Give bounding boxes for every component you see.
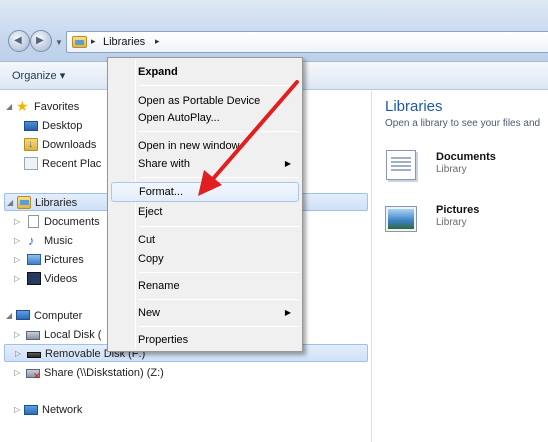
menu-item-expand[interactable]: Expand	[111, 62, 299, 82]
star-icon: ★	[16, 98, 29, 114]
music-icon: ♪	[28, 233, 35, 248]
nav-network[interactable]: ▷ Network	[4, 401, 124, 419]
forward-arrow-icon: ▶	[36, 35, 44, 46]
expanded-arrow-icon[interactable]: ◢	[6, 98, 12, 116]
forward-button[interactable]: ▶	[30, 30, 52, 52]
computer-icon	[16, 310, 30, 320]
nav-label-network: Network	[42, 404, 83, 416]
expanded-arrow-icon[interactable]: ◢	[7, 194, 13, 212]
organize-button[interactable]: Organize ▾	[12, 69, 65, 82]
network-icon	[24, 405, 38, 415]
nav-label-share: Share (\\Diskstation) (Z:)	[44, 367, 164, 379]
nav-label-downloads: Downloads	[42, 139, 97, 151]
nav-label-computer: Computer	[34, 310, 83, 322]
collapsed-arrow-icon[interactable]: ▷	[15, 345, 21, 363]
libraries-folder-icon	[72, 36, 87, 48]
nav-pictures[interactable]: ▷ Pictures	[4, 251, 124, 269]
breadcrumb-separator-icon[interactable]: ▸	[91, 36, 96, 47]
submenu-arrow-icon: ▶	[284, 159, 291, 168]
pictures-library-icon	[385, 206, 417, 232]
menu-item-format[interactable]: Format...	[111, 182, 299, 202]
collapsed-arrow-icon[interactable]: ▷	[14, 270, 20, 288]
menu-separator	[139, 299, 299, 300]
nav-desktop[interactable]: Desktop	[4, 117, 124, 135]
submenu-arrow-icon: ▶	[284, 308, 291, 317]
nav-videos[interactable]: ▷ Videos	[4, 270, 124, 288]
nav-label-recent: Recent Plac	[42, 158, 102, 170]
menu-separator	[139, 85, 299, 86]
menu-item-cut[interactable]: Cut	[111, 230, 299, 250]
desktop-icon	[24, 121, 38, 131]
library-name: Pictures	[436, 204, 480, 216]
menu-separator	[139, 177, 299, 178]
libraries-icon	[17, 196, 31, 209]
nav-downloads[interactable]: Downloads	[4, 136, 124, 154]
menu-item-share-with[interactable]: Share with ▶	[111, 154, 299, 174]
library-type: Library	[436, 164, 467, 175]
breadcrumb-libraries[interactable]: Libraries	[103, 36, 145, 48]
nav-label-videos: Videos	[44, 273, 78, 285]
library-item-pictures[interactable]: Pictures Library	[385, 203, 546, 243]
menu-item-eject[interactable]: Eject	[111, 202, 299, 222]
nav-local-disk[interactable]: ▷ Local Disk (	[4, 326, 124, 344]
nav-label-music: Music	[44, 235, 73, 247]
address-field[interactable]: ▸ Libraries ▸	[66, 31, 548, 53]
collapsed-arrow-icon[interactable]: ▷	[14, 401, 20, 419]
menu-item-open-autoplay[interactable]: Open AutoPlay...	[111, 108, 299, 128]
menu-item-new[interactable]: New ▶	[111, 303, 299, 323]
nav-label-favorites: Favorites	[34, 101, 80, 113]
library-item-documents[interactable]: Documents Library	[386, 150, 546, 190]
documents-library-icon	[386, 150, 416, 180]
documents-icon	[28, 215, 39, 228]
nav-share-drive[interactable]: ▷ Share (\\Diskstation) (Z:)	[4, 364, 204, 385]
recent-places-icon	[24, 157, 38, 170]
menu-item-new-label: New	[138, 307, 161, 319]
pictures-icon	[27, 254, 41, 265]
collapsed-arrow-icon[interactable]: ▷	[14, 213, 20, 231]
removable-drive-icon	[27, 352, 41, 358]
back-arrow-icon: ◀	[14, 35, 22, 46]
nav-computer[interactable]: ◢ Computer	[4, 307, 124, 325]
library-type: Library	[436, 217, 467, 228]
nav-label-desktop: Desktop	[42, 120, 83, 132]
library-name: Documents	[436, 151, 496, 163]
menu-item-share-with-label: Share with	[138, 158, 190, 170]
nav-recent-places[interactable]: Recent Plac	[4, 155, 124, 173]
menu-item-rename[interactable]: Rename	[111, 276, 299, 296]
videos-icon	[27, 272, 41, 285]
nav-favorites[interactable]: ◢ ★ Favorites	[4, 98, 124, 116]
collapsed-arrow-icon[interactable]: ▷	[14, 326, 20, 344]
menu-item-copy[interactable]: Copy	[111, 249, 299, 269]
content-subtitle: Open a library to see your files and	[385, 118, 541, 129]
menu-item-open-new-window[interactable]: Open in new window	[111, 136, 299, 156]
menu-item-properties[interactable]: Properties	[111, 330, 299, 350]
nav-music[interactable]: ▷ ♪ Music	[4, 232, 124, 250]
context-menu: Expand Open as Portable Device Open Auto…	[107, 57, 303, 352]
menu-separator	[139, 272, 299, 273]
menu-separator	[139, 131, 299, 132]
collapsed-arrow-icon[interactable]: ▷	[14, 364, 20, 382]
breadcrumb-chevron-icon[interactable]: ▸	[155, 36, 160, 47]
nav-label-documents: Documents	[44, 216, 100, 228]
pane-divider[interactable]	[371, 91, 372, 442]
collapsed-arrow-icon[interactable]: ▷	[14, 251, 20, 269]
disconnected-network-drive-icon	[26, 367, 41, 385]
collapsed-arrow-icon[interactable]: ▷	[14, 232, 20, 250]
nav-label-pictures: Pictures	[44, 254, 84, 266]
hard-disk-icon	[26, 331, 40, 340]
address-bar-area: ◀ ▶ ▼ ▸ Libraries ▸	[0, 0, 548, 62]
content-title: Libraries	[385, 98, 443, 115]
menu-separator	[139, 326, 299, 327]
nav-label-libraries: Libraries	[35, 197, 78, 209]
expanded-arrow-icon[interactable]: ◢	[6, 307, 12, 325]
menu-separator	[139, 226, 299, 227]
recent-pages-dropdown-icon[interactable]: ▼	[55, 38, 63, 47]
downloads-icon	[24, 136, 38, 154]
nav-documents[interactable]: ▷ Documents	[4, 213, 124, 231]
back-button[interactable]: ◀	[8, 30, 30, 52]
nav-label-local-disk: Local Disk (	[44, 329, 102, 341]
